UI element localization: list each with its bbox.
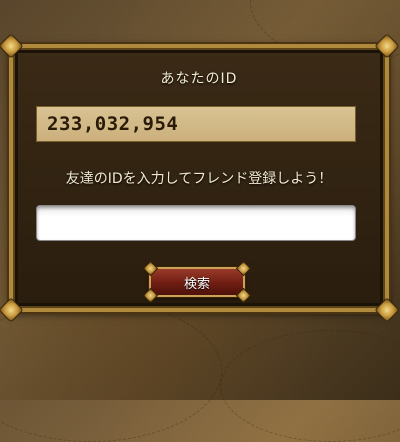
your-id-value: 233,032,954 — [47, 113, 179, 135]
instruction-text: 友達のIDを入力してフレンド登録しよう！ — [65, 171, 333, 187]
friend-search-dialog: あなたのID 233,032,954 友達のIDを入力してフレンド登録しよう！ … — [0, 33, 400, 323]
your-id-box: 233,032,954 — [36, 106, 356, 142]
button-corner-ornament — [235, 260, 252, 277]
button-corner-ornament — [142, 260, 159, 277]
friend-id-input[interactable] — [36, 205, 356, 241]
search-button-label: 検索 — [183, 276, 210, 292]
button-corner-ornament — [142, 287, 159, 304]
search-button[interactable]: 検索 — [142, 260, 252, 304]
button-corner-ornament — [235, 287, 252, 304]
your-id-title: あなたのID — [160, 71, 238, 87]
